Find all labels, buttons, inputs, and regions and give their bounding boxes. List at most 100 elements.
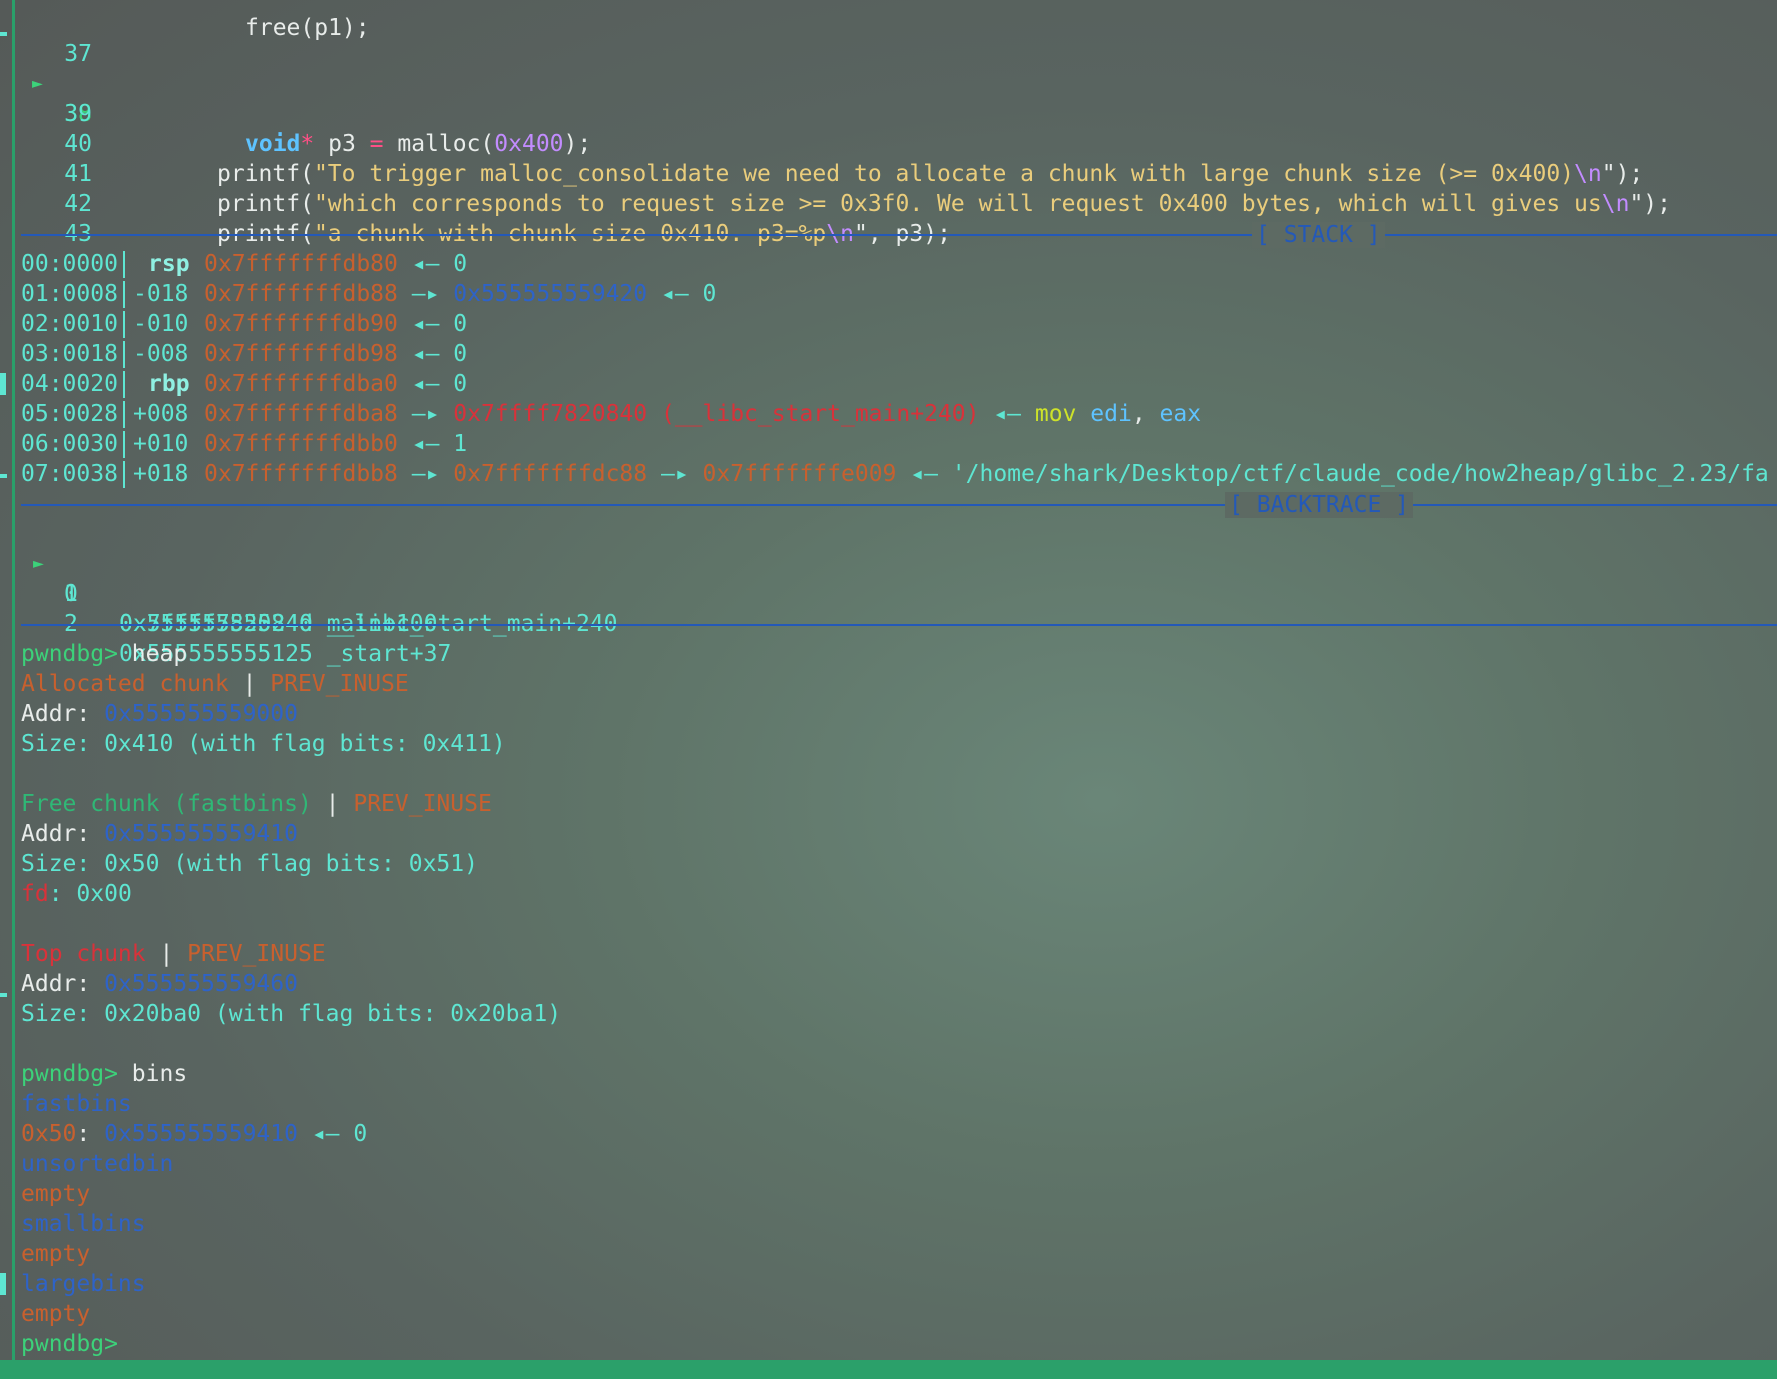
stack-index: 00:0000 bbox=[21, 251, 118, 277]
stack-chain-segment: eax bbox=[1159, 401, 1202, 427]
terminal-text: : 0x00 bbox=[48, 881, 132, 907]
terminal-line: Top chunk | PREV_INUSE bbox=[21, 939, 326, 969]
context-end-separator bbox=[21, 624, 1777, 626]
stack-index: 02:0010 bbox=[21, 311, 118, 337]
terminal-line: fd: 0x00 bbox=[21, 879, 132, 909]
backtrace-separator bbox=[21, 504, 1777, 506]
terminal-text: ◂— 0 bbox=[297, 1121, 368, 1147]
terminal-line: largebins bbox=[21, 1269, 146, 1299]
terminal-line: Size: 0x20ba0 (with flag bits: 0x20ba1) bbox=[21, 999, 561, 1029]
terminal-text: bins bbox=[131, 1061, 188, 1087]
terminal-line: Allocated chunk | PREV_INUSE bbox=[21, 669, 409, 699]
stack-divider bbox=[123, 461, 125, 488]
terminal-text: largebins bbox=[21, 1271, 146, 1297]
stack-chain-segment: ◂— bbox=[397, 371, 454, 397]
pwndbg-prompt: pwndbg> bbox=[21, 1331, 118, 1357]
source-line: 40 printf("To trigger malloc_consolidate… bbox=[0, 99, 1643, 187]
stack-address: 0x7fffffffdba0 bbox=[204, 371, 398, 397]
terminal-line: Size: 0x410 (with flag bits: 0x411) bbox=[21, 729, 506, 759]
stack-chain: 0x7fffffffdb88 —▸ 0x555555559420 ◂— 0 bbox=[204, 279, 716, 309]
source-line: 39 bbox=[0, 69, 92, 127]
terminal-text: 0x555555559460 bbox=[104, 971, 298, 997]
stack-chain-segment: 0 bbox=[453, 251, 468, 277]
stack-address: 0x7fffffffdb80 bbox=[204, 251, 398, 277]
terminal-text: fastbins bbox=[21, 1091, 132, 1117]
stack-address: 0x7fffffffdba8 bbox=[204, 401, 398, 427]
terminal-line: pwndbg> bins bbox=[21, 1059, 187, 1089]
stack-chain: 0x7fffffffdb90 ◂— 0 bbox=[204, 309, 467, 339]
source-line: 41 printf("which corresponds to request … bbox=[0, 129, 1671, 217]
terminal-text: PREV_INUSE bbox=[270, 671, 409, 697]
line-number: 37 bbox=[64, 41, 92, 67]
terminal-text: | bbox=[311, 791, 354, 817]
terminal-text: Allocated chunk bbox=[21, 671, 229, 697]
backtrace-frame[interactable]: 2 0x555555555125 _start+37 bbox=[0, 579, 451, 667]
terminal-text: 0x555555559000 bbox=[104, 701, 298, 727]
stack-chain-segment: ◂— bbox=[647, 281, 703, 307]
pwndbg-prompt: pwndbg> bbox=[21, 1061, 132, 1087]
stack-offset: -010 bbox=[133, 311, 189, 337]
stack-chain-segment: '/home/shark/Desktop/ctf/claude_code/how… bbox=[951, 461, 1769, 487]
source-line: 43 bbox=[0, 189, 92, 247]
backtrace-frame[interactable]: 1 0x7ffff7820840 __libc_start_main+240 bbox=[0, 549, 618, 637]
stack-chain-segment: —▸ bbox=[397, 281, 454, 307]
line-number: 39 bbox=[64, 101, 92, 127]
stack-chain-segment: 0x555555559420 bbox=[453, 281, 648, 307]
stack-chain: 0x7fffffffdba8 —▸ 0x7ffff7820840 (__libc… bbox=[204, 399, 1201, 429]
terminal-line: pwndbg> heap bbox=[21, 639, 187, 669]
gutter-marker bbox=[0, 1273, 6, 1295]
terminal-text: Size: 0x50 (with flag bits: 0x51) bbox=[21, 851, 478, 877]
source-line: 42 printf("a chunk with chunk size 0x410… bbox=[0, 159, 951, 247]
backtrace-section-title: [ BACKTRACE ] bbox=[1225, 492, 1414, 518]
stack-divider bbox=[123, 341, 125, 368]
stack-index: 01:0008 bbox=[21, 281, 118, 307]
stack-chain-segment: , bbox=[1131, 401, 1160, 427]
terminal-text: unsortedbin bbox=[21, 1151, 174, 1177]
current-frame-arrow-icon: ► bbox=[33, 553, 44, 574]
terminal-text: Free chunk (fastbins) bbox=[21, 791, 312, 817]
stack-chain-segment: ◂— bbox=[979, 401, 1035, 427]
frame-number: 1 bbox=[64, 581, 78, 607]
gutter-marker bbox=[0, 993, 7, 997]
terminal-line: unsortedbin bbox=[21, 1149, 173, 1179]
stack-offset: +018 bbox=[133, 461, 189, 487]
terminal-line: Size: 0x50 (with flag bits: 0x51) bbox=[21, 849, 478, 879]
terminal-text: Addr: bbox=[21, 821, 105, 847]
terminal-line: empty bbox=[21, 1179, 90, 1209]
stack-divider bbox=[123, 251, 125, 278]
stack-chain: 0x7fffffffdba0 ◂— 0 bbox=[204, 369, 467, 399]
terminal-text: heap bbox=[131, 641, 188, 667]
source-text: printf("which corresponds to request siz… bbox=[217, 191, 1671, 217]
terminal-line: Addr: 0x555555559000 bbox=[21, 699, 298, 729]
stack-chain: 0x7fffffffdb80 ◂— 0 bbox=[204, 249, 467, 279]
terminal-line: pwndbg> bbox=[21, 1329, 118, 1359]
stack-divider bbox=[123, 371, 125, 398]
terminal-text: smallbins bbox=[21, 1211, 146, 1237]
stack-chain-segment: ◂— bbox=[397, 431, 454, 457]
terminal-line: empty bbox=[21, 1239, 90, 1269]
stack-chain-segment: ◂— bbox=[397, 341, 454, 367]
terminal-text: PREV_INUSE bbox=[187, 941, 326, 967]
terminal-text: Top chunk bbox=[21, 941, 146, 967]
stack-address: 0x7fffffffdb88 bbox=[204, 281, 398, 307]
stack-chain-segment: mov bbox=[1034, 401, 1077, 427]
stack-chain-segment: 1 bbox=[453, 431, 468, 457]
stack-chain-segment: ◂— bbox=[397, 311, 454, 337]
terminal-line: fastbins bbox=[21, 1089, 132, 1119]
line-number: 41 bbox=[64, 161, 92, 187]
stack-chain-segment: —▸ bbox=[647, 461, 703, 487]
backtrace-frame-current[interactable]: ► 0 0x55555555524d main+100 bbox=[0, 519, 438, 637]
stack-index: 04:0020 bbox=[21, 371, 118, 397]
terminal-line: Addr: 0x555555559460 bbox=[21, 969, 298, 999]
stack-address: 0x7fffffffdbb8 bbox=[204, 461, 398, 487]
terminal-text: | bbox=[145, 941, 188, 967]
terminal-line: empty bbox=[21, 1299, 90, 1329]
stack-divider bbox=[123, 311, 125, 338]
terminal-line: 0x50: 0x555555559410 ◂— 0 bbox=[21, 1119, 367, 1149]
stack-chain-segment: —▸ bbox=[397, 461, 454, 487]
source-text: void* p3 = malloc(0x400); bbox=[245, 131, 592, 157]
line-number: 40 bbox=[64, 131, 92, 157]
stack-chain-segment: 0 bbox=[453, 371, 468, 397]
source-line-current: ► 38 void* p3 = malloc(0x400); bbox=[0, 39, 591, 157]
stack-address: 0x7fffffffdbb0 bbox=[204, 431, 398, 457]
